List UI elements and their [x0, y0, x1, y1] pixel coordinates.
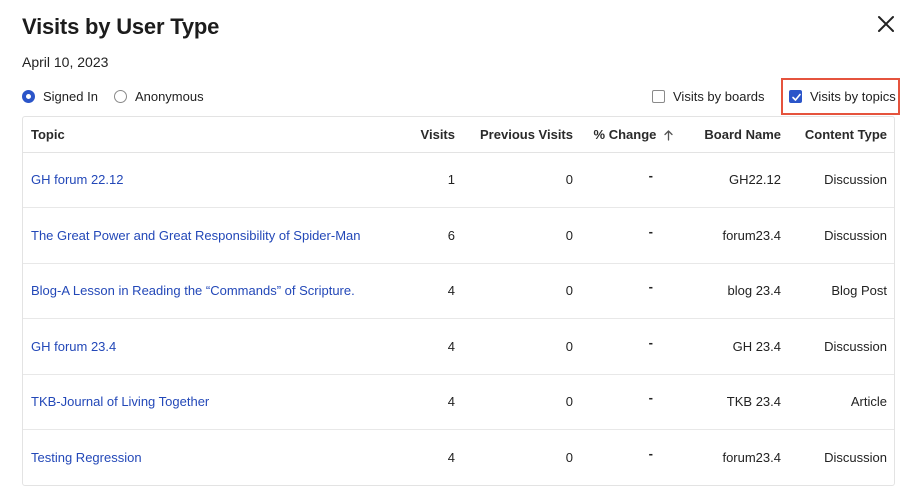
cell-visits: 4 [393, 318, 463, 374]
cell-content-type: Article [789, 373, 894, 430]
close-button[interactable] [874, 12, 898, 36]
cell-content-type: Discussion [824, 172, 887, 188]
cell-previous-visits: 0 [463, 262, 581, 319]
topic-link[interactable]: GH forum 22.12 [31, 172, 124, 187]
close-icon [878, 16, 894, 32]
cell-topic: GH forum 23.4 [23, 318, 393, 374]
cell-change: - [581, 152, 681, 208]
cell-content-type: Discussion [789, 318, 894, 374]
cell-previous-visits: 0 [565, 172, 573, 188]
change-value: - [648, 334, 653, 350]
cell-change: - [581, 207, 681, 263]
table-row: Testing Regression 4 0 - forum23.4 Discu… [23, 429, 894, 485]
radio-signed-in[interactable]: Signed In [22, 89, 98, 104]
cell-change: - [581, 262, 681, 319]
cell-board-name: GH22.12 [728, 172, 781, 188]
cell-topic: TKB-Journal of Living Together [23, 373, 393, 430]
cell-topic: Testing Regression [23, 429, 393, 485]
header-change[interactable]: % Change [581, 117, 681, 153]
header-topic[interactable]: Topic [23, 117, 393, 153]
cell-board-name: blog 23.4 [681, 262, 789, 319]
cell-board-name: TKB 23.4 [681, 373, 789, 430]
header-content-type[interactable]: Content Type [789, 117, 894, 153]
change-value: - [648, 279, 653, 295]
table-row: GH forum 22.12 1 0 - GH22.12 Discussion [23, 152, 894, 208]
cell-change: - [581, 318, 681, 374]
cell-change: - [581, 429, 681, 485]
checkbox-label: Visits by topics [810, 89, 896, 104]
cell-board-name: forum23.4 [681, 429, 789, 485]
table-row: GH forum 23.4 4 0 - GH 23.4 Discussion [23, 318, 894, 374]
cell-content-type: Discussion [789, 429, 894, 485]
header-change-label: % Change [593, 126, 657, 142]
header-previous-visits[interactable]: Previous Visits [463, 117, 581, 153]
checkbox-label: Visits by boards [673, 89, 765, 104]
cell-change: - [581, 373, 681, 430]
table-header-row: Topic Visits Previous Visits % Change Bo… [23, 117, 894, 153]
cell-topic: The Great Power and Great Responsibility… [23, 207, 393, 263]
change-value: - [648, 446, 653, 461]
cell-content-type: Discussion [789, 207, 894, 263]
change-value: - [648, 168, 653, 184]
cell-content-type: Blog Post [789, 262, 894, 319]
header-visits[interactable]: Visits [393, 117, 463, 153]
change-value: - [648, 390, 653, 406]
cell-visits: 4 [393, 262, 463, 319]
cell-visits: 4 [393, 373, 463, 430]
cell-previous-visits: 0 [463, 373, 581, 430]
cell-previous-visits: 0 [463, 318, 581, 374]
checkbox-visits-by-topics[interactable]: Visits by topics [789, 89, 896, 104]
table-row: Blog-A Lesson in Reading the “Commands” … [23, 262, 894, 319]
checkbox-visits-by-boards[interactable]: Visits by boards [652, 89, 765, 104]
checkbox-checked-icon [789, 90, 802, 103]
cell-visits: 6 [393, 207, 463, 263]
cell-previous-visits: 0 [463, 207, 581, 263]
visits-by-user-type-modal: Visits by User Type April 10, 2023 Signe… [0, 0, 906, 497]
topic-link[interactable]: Blog-A Lesson in Reading the “Commands” … [31, 283, 355, 298]
cell-board-name: GH 23.4 [681, 318, 789, 374]
cell-visits: 4 [393, 429, 463, 485]
topic-link[interactable]: The Great Power and Great Responsibility… [31, 228, 361, 243]
radio-label: Anonymous [134, 89, 204, 104]
radio-checked-icon [22, 90, 35, 103]
header-board-name[interactable]: Board Name [681, 117, 789, 153]
table-row: The Great Power and Great Responsibility… [23, 207, 894, 263]
checkbox-unchecked-icon [652, 90, 665, 103]
topic-link[interactable]: TKB-Journal of Living Together [31, 394, 209, 409]
table-row: TKB-Journal of Living Together 4 0 - TKB… [23, 373, 894, 430]
cell-board-name: forum23.4 [681, 207, 789, 263]
modal-title: Visits by User Type [22, 14, 220, 39]
topic-link[interactable]: GH forum 23.4 [31, 339, 116, 354]
topic-link[interactable]: Testing Regression [31, 450, 142, 465]
radio-unchecked-icon [113, 90, 127, 103]
arrow-up-icon [664, 130, 673, 141]
visits-table-container: Topic Visits Previous Visits % Change Bo… [22, 116, 895, 486]
change-value: - [648, 223, 653, 239]
radio-anonymous[interactable]: Anonymous [113, 89, 204, 104]
cell-visits: 1 [447, 172, 455, 188]
visits-table: Topic Visits Previous Visits % Change Bo… [23, 117, 894, 485]
report-date: April 10, 2023 [22, 54, 109, 70]
cell-previous-visits: 0 [463, 429, 581, 485]
radio-label: Signed In [43, 89, 98, 104]
cell-topic: GH forum 22.12 [23, 152, 393, 208]
cell-topic: Blog-A Lesson in Reading the “Commands” … [23, 262, 393, 319]
checkmark-icon [792, 93, 801, 101]
user-type-radio-group: Signed In Anonymous [22, 89, 220, 104]
